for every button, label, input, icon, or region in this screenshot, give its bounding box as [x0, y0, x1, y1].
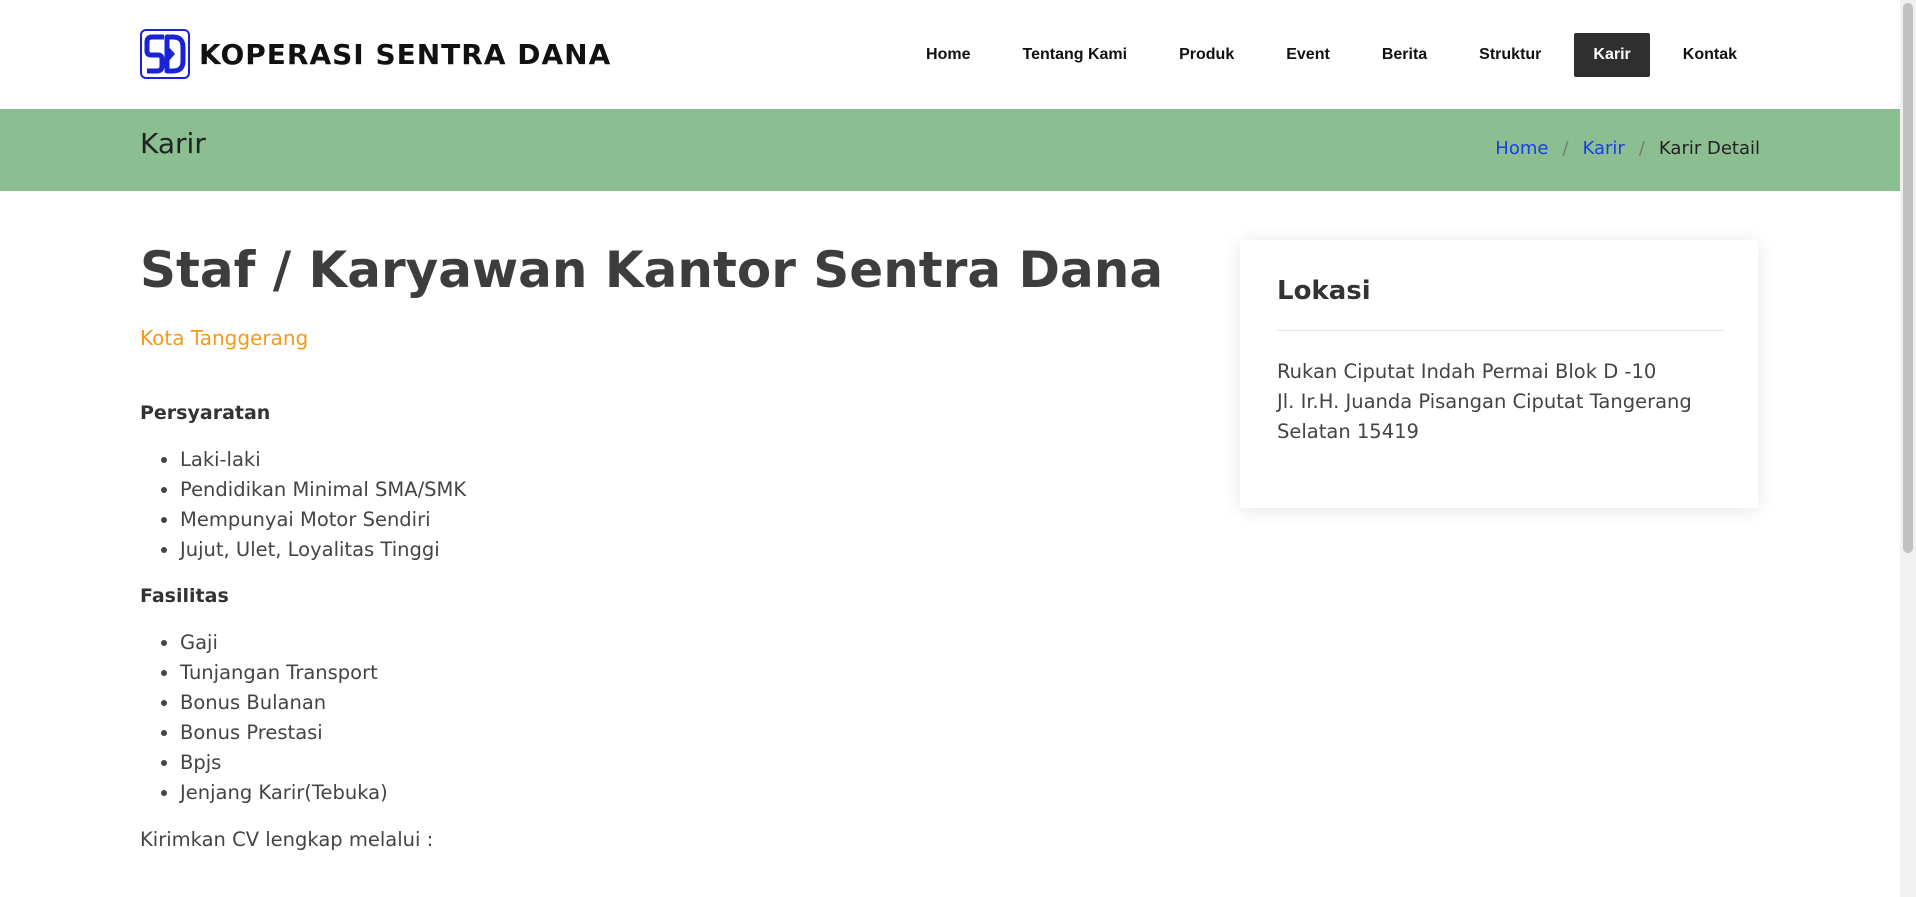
nav-tentang-kami[interactable]: Tentang Kami — [1004, 33, 1147, 77]
logo-sd-mark — [144, 34, 186, 74]
nav-struktur[interactable]: Struktur — [1460, 33, 1560, 77]
nav-karir[interactable]: Karir — [1574, 33, 1650, 77]
list-item: Bonus Bulanan — [180, 688, 1200, 718]
address-line: Jl. Ir.H. Juanda Pisangan Ciputat Tanger… — [1277, 390, 1692, 413]
requirements-list: Laki-laki Pendidikan Minimal SMA/SMK Mem… — [140, 445, 1200, 565]
list-item: Bonus Prestasi — [180, 718, 1200, 748]
list-item: Bpjs — [180, 748, 1200, 778]
address-line: Rukan Ciputat Indah Permai Blok D -10 — [1277, 360, 1657, 383]
job-location: Kota Tanggerang — [140, 326, 309, 350]
banner-title: Karir — [140, 127, 206, 160]
list-item: Mempunyai Motor Sendiri — [180, 505, 1200, 535]
page-scrollbar[interactable] — [1900, 0, 1916, 897]
job-detail: Staf / Karyawan Kantor Sentra Dana Kota … — [140, 240, 1200, 851]
breadcrumb-karir[interactable]: Karir — [1583, 138, 1625, 159]
location-address: Rukan Ciputat Indah Permai Blok D -10 Jl… — [1277, 357, 1722, 447]
site-logo[interactable]: KOPERASI SENTRA DANA — [140, 29, 611, 79]
card-divider — [1277, 330, 1725, 331]
main-nav: Home Tentang Kami Produk Event Berita St… — [893, 33, 1756, 77]
list-item: Laki-laki — [180, 445, 1200, 475]
address-line: Selatan 15419 — [1277, 420, 1419, 443]
brand-name: KOPERASI SENTRA DANA — [199, 37, 612, 71]
nav-event[interactable]: Event — [1267, 33, 1349, 77]
nav-kontak[interactable]: Kontak — [1664, 33, 1756, 77]
site-header: KOPERASI SENTRA DANA Home Tentang Kami P… — [0, 0, 1900, 109]
cv-instruction: Kirimkan CV lengkap melalui : — [140, 828, 434, 851]
nav-home[interactable]: Home — [907, 33, 989, 77]
breadcrumb-separator: / — [1562, 138, 1569, 159]
requirements-heading: Persyaratan — [140, 402, 271, 424]
location-card: Lokasi Rukan Ciputat Indah Permai Blok D… — [1240, 240, 1758, 508]
nav-berita[interactable]: Berita — [1363, 33, 1446, 77]
breadcrumb-home[interactable]: Home — [1495, 138, 1548, 159]
list-item: Gaji — [180, 628, 1200, 658]
facilities-heading: Fasilitas — [140, 585, 229, 607]
list-item: Jujut, Ulet, Loyalitas Tinggi — [180, 535, 1200, 565]
nav-produk[interactable]: Produk — [1160, 33, 1253, 77]
facilities-list: Gaji Tunjangan Transport Bonus Bulanan B… — [140, 628, 1200, 808]
location-card-title: Lokasi — [1277, 276, 1371, 306]
scrollbar-thumb[interactable] — [1903, 3, 1913, 553]
list-item: Jenjang Karir(Tebuka) — [180, 778, 1200, 808]
logo-icon — [140, 29, 190, 79]
job-title: Staf / Karyawan Kantor Sentra Dana — [140, 241, 1164, 299]
list-item: Tunjangan Transport — [180, 658, 1200, 688]
list-item: Pendidikan Minimal SMA/SMK — [180, 475, 1200, 505]
breadcrumb: Home / Karir / Karir Detail — [1495, 138, 1760, 159]
breadcrumb-separator: / — [1638, 138, 1645, 159]
page-banner: Karir Home / Karir / Karir Detail — [0, 109, 1900, 191]
breadcrumb-current: Karir Detail — [1658, 138, 1760, 159]
